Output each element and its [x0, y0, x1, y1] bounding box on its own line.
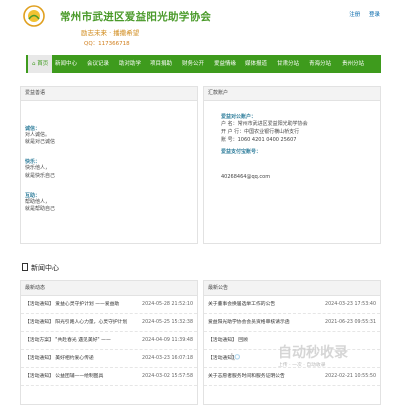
- alipay-title: 爱益支付宝账号：: [221, 149, 262, 155]
- account-title: 爱益对公账户：: [221, 114, 257, 120]
- motto-line: 就是帮助自己: [25, 206, 56, 213]
- announcement-date: 2024-03-23 17:53:40: [325, 302, 376, 307]
- motto-title: 诚信：: [25, 126, 41, 132]
- logo-icon: [23, 5, 45, 27]
- mottos-panel: 爱益善语 诚信： 对人诚信。 就是对己诚信 快乐： 快乐他人， 就是快乐自己 互…: [20, 86, 198, 244]
- news-row[interactable]: 【活动通知】 阳光引路人心力量，心灵守护计划 2024-05-25 15:32:3…: [21, 314, 197, 332]
- news-section-title: 新闻中心: [22, 263, 59, 273]
- account-bank: 开 户 行：中国农业银行横山桥支行: [221, 129, 300, 135]
- register-link[interactable]: 注册: [349, 12, 360, 18]
- announcement-row[interactable]: 关于董事会换届选举工作的公告 2024-03-23 17:53:40: [204, 296, 380, 314]
- nav-item-meetings[interactable]: 会议记录: [87, 55, 109, 73]
- news-date: 2024-03-02 15:57:58: [142, 374, 193, 379]
- motto-line: 帮助他人，: [25, 198, 51, 205]
- account-heading: 汇款账户: [204, 87, 380, 101]
- motto-title: 快乐：: [25, 159, 41, 166]
- nav-item-donation[interactable]: 项目捐助: [150, 55, 172, 73]
- nav-item-guizhou[interactable]: 贵州分站: [342, 55, 364, 73]
- latest-news-heading: 最新动态: [21, 281, 197, 296]
- section-square-icon: [22, 263, 28, 271]
- announcement-date: 2021-06-23 09:55:31: [325, 320, 376, 325]
- nav-item-media[interactable]: 媒体报道: [245, 55, 267, 73]
- account-panel: 汇款账户 爱益对公账户： 户 名：常州市武进区爱益阳光助学协会 开 户 行：中国…: [203, 86, 381, 244]
- nav-item-home[interactable]: ⌂ 首页: [28, 55, 53, 73]
- nav-item-finance[interactable]: 财务公开: [182, 55, 204, 73]
- announcement-row[interactable]: 爱益阳光助学协会会员资格审核请示函 2021-06-23 09:55:31: [204, 314, 380, 332]
- nav-item-gansu[interactable]: 甘肃分站: [277, 55, 299, 73]
- watermark-text: 自动秒收录: [278, 345, 348, 361]
- nav-item-news[interactable]: 新闻中心: [55, 55, 77, 73]
- news-title: 【活动方案】 "共赴春光 遇见美好" ——: [25, 338, 111, 343]
- news-date: 2024-05-28 21:52:10: [142, 302, 193, 307]
- account-name: 户 名：常州市武进区爱益阳光助学协会: [221, 121, 308, 127]
- motto-line: 就是快乐自己: [25, 172, 56, 179]
- site-slogan: 励志未来 · 播撒希望: [81, 29, 140, 37]
- site-title: 常州市武进区爱益阳光助学协会: [60, 11, 212, 23]
- news-title: 【活动通知】 阳光引路人心力量，心灵守护计划: [25, 320, 128, 325]
- nav-item-stories[interactable]: 爱益情缘: [214, 55, 236, 73]
- motto-title: 互助：: [25, 192, 41, 199]
- site-header: 常州市武进区爱益阳光助学协会 励志未来 · 播撒希望 QQ：117366718 …: [0, 0, 400, 54]
- news-row[interactable]: 【活动方案】 "共赴春光 遇见美好" —— 2024-04-09 11:39:48: [21, 332, 197, 350]
- watermark-logo-icon: [231, 352, 240, 361]
- nav-item-qinghai[interactable]: 青海分站: [309, 55, 331, 73]
- announcement-date: 2022-02-21 10:55:50: [325, 374, 376, 379]
- news-date: 2024-03-23 16:07:18: [142, 356, 193, 361]
- latest-news-panel: 最新动态 【活动通知】 爱益心灵守护计划 ——爱益助 2024-05-28 21:…: [20, 280, 198, 405]
- announcement-title: 爱益阳光助学协会会员资格审核请示函: [208, 320, 290, 325]
- account-number: 账 号：1060 4201 0400 25607: [221, 137, 297, 143]
- news-row[interactable]: 【活动通知】 美好相约爱心传递 2024-03-23 16:07:18: [21, 350, 197, 368]
- announcements-heading: 最新公告: [204, 281, 380, 296]
- news-row[interactable]: 【活动通知】 公益团辅——绘制图具 2024-03-02 15:57:58: [21, 368, 197, 386]
- news-date: 2024-05-25 15:32:38: [142, 320, 193, 325]
- motto-line: 就是对己诚信: [25, 139, 56, 146]
- main-nav: ⌂ 首页 新闻中心 会议记录 助对助学 项目捐助 财务公开 爱益情缘 媒体报道 …: [26, 55, 381, 73]
- watermark-subtext: 上传 · 一次 · 自动收录: [278, 363, 326, 368]
- mottos-heading: 爱益善语: [21, 87, 197, 101]
- nav-item-pairing[interactable]: 助对助学: [119, 55, 141, 73]
- news-title: 【活动通知】 公益团辅——绘制图具: [25, 374, 104, 379]
- login-link[interactable]: 登录: [369, 12, 380, 18]
- announcement-title: 关于董事会换届选举工作的公告: [208, 302, 276, 307]
- news-date: 2024-04-09 11:39:48: [142, 338, 193, 343]
- motto-line: 快乐他人，: [25, 165, 51, 172]
- alipay-email: 40268464@qq.com: [221, 174, 271, 180]
- news-title: 【活动通知】 爱益心灵守护计划 ——爱益助: [25, 302, 120, 307]
- news-title: 【活动通知】 美好相约爱心传递: [25, 356, 94, 361]
- site-qq: QQ：117366718: [84, 41, 130, 47]
- news-row[interactable]: 【活动通知】 爱益心灵守护计划 ——爱益助 2024-05-28 21:52:10: [21, 296, 197, 314]
- top-links: 注册 登录: [342, 10, 380, 18]
